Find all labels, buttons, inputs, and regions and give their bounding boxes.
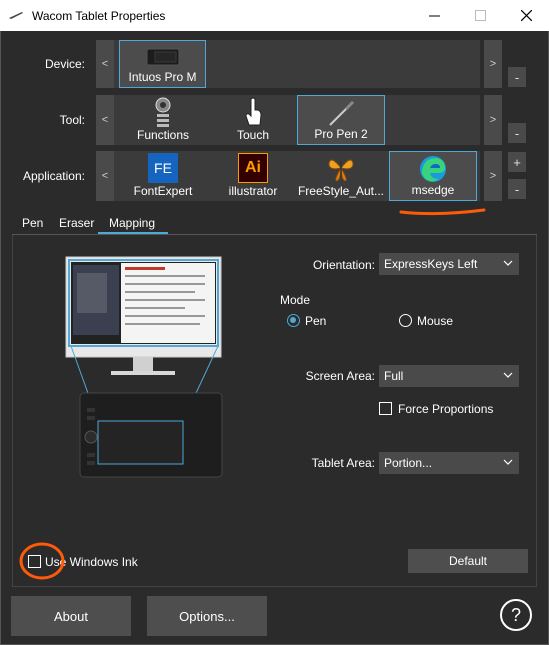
device-prev-button[interactable]: < <box>96 40 114 88</box>
options-button[interactable]: Options... <box>147 596 267 636</box>
close-button[interactable] <box>503 0 549 31</box>
tool-prev-button[interactable]: < <box>96 95 114 145</box>
application-next-button[interactable]: > <box>484 151 502 201</box>
maximize-button[interactable] <box>457 0 503 31</box>
device-item-intuos-pro-m[interactable]: Intuos Pro M <box>119 40 206 88</box>
device-label: Device: <box>44 57 85 71</box>
force-proportions-label: Force Proportions <box>398 402 494 416</box>
app-item-fontexpert[interactable]: FE FontExpert <box>119 151 207 201</box>
tool-item-functions[interactable]: Functions <box>119 95 207 145</box>
application-label: Application: <box>22 169 85 183</box>
tool-strip: Functions Touch Pro Pen 2 <box>114 95 480 145</box>
app-item-freestyle[interactable]: FreeStyle_Aut... <box>297 151 385 201</box>
tab-eraser[interactable]: Eraser <box>59 212 94 234</box>
tablet-icon <box>146 48 179 66</box>
window-title: Wacom Tablet Properties <box>32 9 166 23</box>
app-item-label: FontExpert <box>133 184 193 198</box>
mode-mouse-label: Mouse <box>417 314 454 328</box>
screen-area-label: Screen Area: <box>305 369 375 383</box>
close-icon <box>520 10 532 21</box>
illustrator-icon: Ai <box>238 153 268 183</box>
orientation-dropdown[interactable]: ExpressKeys Left <box>379 253 519 275</box>
screen-area-value: Full <box>384 369 404 383</box>
force-proportions-checkbox[interactable] <box>379 402 392 415</box>
edge-icon <box>420 156 446 182</box>
chevron-down-icon <box>503 459 513 465</box>
orientation-value: ExpressKeys Left <box>384 257 478 271</box>
tab-pen[interactable]: Pen <box>22 212 43 234</box>
tablet-area-label: Tablet Area: <box>311 456 375 470</box>
app-item-msedge[interactable]: msedge <box>389 151 477 201</box>
tablet-area-value: Portion... <box>384 456 433 470</box>
tool-item-label: Touch <box>236 128 270 142</box>
tablet-area-dropdown[interactable]: Portion... <box>379 452 519 474</box>
device-remove-button[interactable]: - <box>508 67 526 87</box>
chevron-down-icon <box>503 260 513 266</box>
mode-pen-radio[interactable] <box>287 314 300 327</box>
maximize-icon <box>474 10 486 21</box>
freestyle-butterfly-icon <box>328 159 354 182</box>
application-strip: FE FontExpert Ai illustrator FreeStyle_A… <box>114 151 480 201</box>
app-item-illustrator[interactable]: Ai illustrator <box>209 151 297 201</box>
application-add-button[interactable]: + <box>508 152 526 172</box>
tool-label: Tool: <box>59 113 85 127</box>
hand-touch-icon <box>245 97 262 126</box>
tab-mapping[interactable]: Mapping <box>98 212 168 234</box>
mode-mouse-radio[interactable] <box>399 314 412 327</box>
annotation-circle <box>19 542 65 580</box>
tool-item-label: Functions <box>136 128 190 142</box>
tool-item-label: Pro Pen 2 <box>314 127 368 141</box>
default-button[interactable]: Default <box>408 549 528 573</box>
screen-area-dropdown[interactable]: Full <box>379 365 519 387</box>
tool-next-button[interactable]: > <box>484 95 502 145</box>
device-next-button[interactable]: > <box>484 40 502 88</box>
application-prev-button[interactable]: < <box>96 151 114 201</box>
app-item-label: illustrator <box>228 184 278 198</box>
mapping-panel: Orientation: ExpressKeys Left Mode Pen M… <box>12 235 537 587</box>
app-item-label: msedge <box>411 183 455 197</box>
help-icon[interactable]: ? <box>500 599 532 631</box>
tool-item-pro-pen-2[interactable]: Pro Pen 2 <box>297 95 385 145</box>
mode-label: Mode <box>280 293 311 307</box>
minimize-button[interactable] <box>411 0 457 31</box>
device-item-label: Intuos Pro M <box>128 70 197 84</box>
fontexpert-icon: FE <box>148 153 178 183</box>
app-item-label: FreeStyle_Aut... <box>297 184 385 198</box>
wacom-app-icon <box>9 12 23 19</box>
mode-pen-label: Pen <box>305 314 327 328</box>
mapping-illustration <box>65 256 223 478</box>
title-bar: Wacom Tablet Properties <box>0 0 549 31</box>
about-button[interactable]: About <box>11 596 131 636</box>
application-remove-button[interactable]: - <box>508 179 526 199</box>
expresskeys-icon <box>155 97 171 127</box>
chevron-down-icon <box>503 372 513 378</box>
minimize-icon <box>428 15 440 17</box>
tool-remove-button[interactable]: - <box>508 123 526 143</box>
device-strip: Intuos Pro M <box>114 40 480 88</box>
annotation-underline <box>399 208 486 216</box>
tool-item-touch[interactable]: Touch <box>209 95 297 145</box>
orientation-label: Orientation: <box>312 258 375 272</box>
pen-icon <box>329 100 355 126</box>
